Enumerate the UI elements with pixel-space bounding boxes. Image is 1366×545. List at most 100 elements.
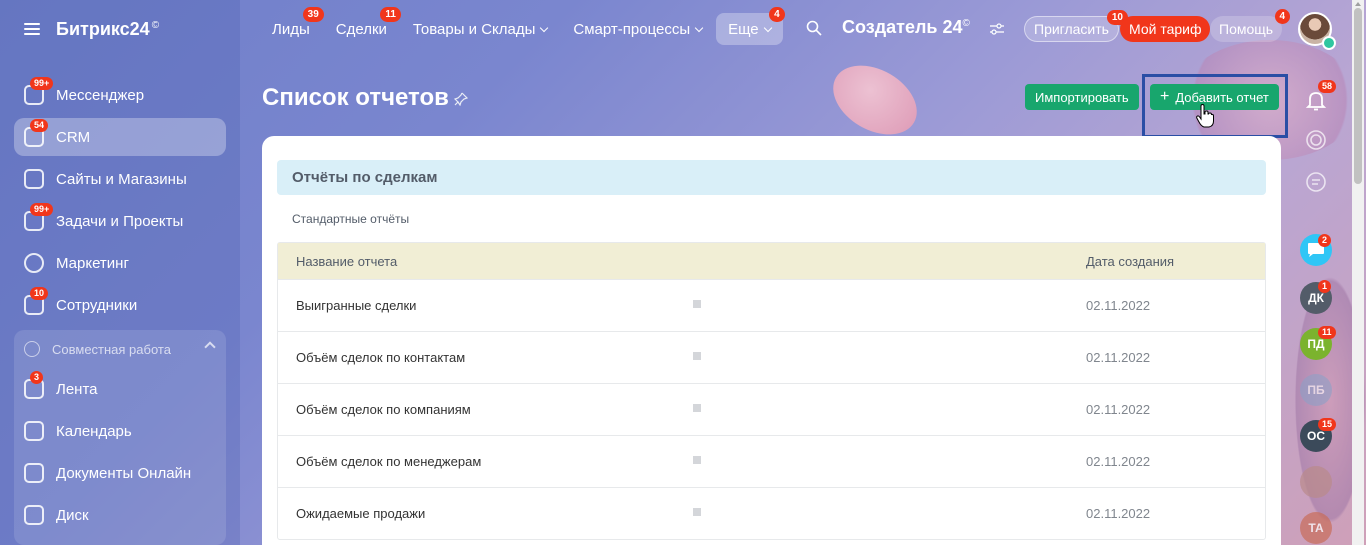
search-icon[interactable] (806, 20, 822, 36)
sidebar-group-collaboration[interactable]: Совместная работа (14, 330, 226, 368)
report-name[interactable]: Выигранные сделки (278, 298, 1068, 313)
scroll-up-icon[interactable] (1355, 2, 1361, 6)
sidebar-item-feed[interactable]: 3 Лента (14, 370, 226, 408)
tab-smart-processes[interactable]: Смарт-процессы (561, 13, 714, 45)
sidebar-item-documents[interactable]: Документы Онлайн (14, 454, 226, 492)
menu-lines-icon[interactable] (693, 300, 701, 308)
sidebar-item-crm[interactable]: 54 CRM (14, 118, 226, 156)
help-button[interactable]: Помощь 4 (1210, 9, 1291, 42)
menu-lines-icon[interactable] (693, 508, 701, 516)
sidebar-item-messenger[interactable]: 99+ Мессенджер (14, 76, 226, 114)
report-date: 02.11.2022 (1086, 454, 1151, 469)
contact-initials: ПБ (1307, 383, 1325, 397)
report-date: 02.11.2022 (1086, 350, 1151, 365)
sidebar-item-label: CRM (56, 128, 91, 146)
table-row[interactable]: Объём сделок по компаниям 02.11.2022 (278, 383, 1265, 435)
sidebar-item-label: Мессенджер (56, 86, 145, 104)
report-date: 02.11.2022 (1086, 402, 1151, 417)
status-online-icon (1322, 36, 1336, 50)
tab-products[interactable]: Товары и Склады (401, 13, 560, 45)
sidebar-item-employees[interactable]: 10 Сотрудники (14, 286, 226, 324)
column-header-name[interactable]: Название отчета (278, 254, 1068, 269)
contact-avatar[interactable]: ПБ (1300, 374, 1332, 406)
invite-button[interactable]: Пригласить 10 (1024, 10, 1128, 42)
calendar-icon (24, 421, 44, 441)
pin-icon[interactable] (454, 92, 468, 106)
tab-deals[interactable]: Сделки 11 (324, 7, 401, 45)
my-tariff-button[interactable]: Мой тариф (1120, 16, 1211, 42)
disk-icon (24, 505, 44, 525)
document-icon (24, 463, 44, 483)
sidebar-item-calendar[interactable]: Календарь (14, 412, 226, 450)
sidebar-item-label: Диск (56, 506, 89, 524)
contact-badge: 11 (1318, 326, 1336, 339)
report-name[interactable]: Объём сделок по контактам (278, 350, 1068, 365)
invite-label: Пригласить (1034, 21, 1109, 37)
sidebar-item-disk[interactable]: Диск (14, 496, 226, 534)
settings-sliders-icon[interactable] (990, 23, 1004, 35)
report-name[interactable]: Объём сделок по менеджерам (278, 454, 1068, 469)
contact-badge: 1 (1318, 280, 1332, 293)
target-icon[interactable] (1304, 128, 1328, 152)
chevron-up-icon[interactable] (204, 341, 216, 353)
contact-initials: ТА (1308, 521, 1324, 535)
chat-badge: 2 (1318, 234, 1332, 247)
logo-text: Битрикс24 (56, 18, 150, 39)
sidebar-item-label: Календарь (56, 422, 132, 440)
contact-initials: ОС (1307, 429, 1325, 443)
tab-label: Лиды (272, 20, 310, 38)
tab-label: Смарт-процессы (573, 20, 691, 38)
menu-burger-icon[interactable] (24, 23, 40, 35)
target-icon (24, 253, 44, 273)
sidebar-badge: 99+ (30, 77, 54, 90)
menu-lines-icon[interactable] (693, 352, 701, 360)
sidebar-item-sites[interactable]: Сайты и Магазины (14, 160, 226, 198)
table-row[interactable]: Объём сделок по менеджерам 02.11.2022 (278, 435, 1265, 487)
chevron-down-icon (763, 23, 772, 32)
portal-name[interactable]: Создатель 24© (842, 17, 970, 38)
sidebar-item-label: Документы Онлайн (56, 464, 192, 482)
sidebar-item-label: Задачи и Проекты (56, 212, 184, 230)
import-button[interactable]: Импортировать (1025, 84, 1139, 110)
scrollbar-thumb[interactable] (1354, 8, 1362, 184)
reports-card: Отчёты по сделкам Стандартные отчёты Наз… (262, 136, 1281, 545)
sidebar-item-label: Сотрудники (56, 296, 138, 314)
sidebar-item-marketing[interactable]: Маркетинг (14, 244, 226, 282)
table-row[interactable]: Выигранные сделки 02.11.2022 (278, 279, 1265, 331)
table-row[interactable]: Объём сделок по контактам 02.11.2022 (278, 331, 1265, 383)
contact-avatar[interactable]: ТА (1300, 512, 1332, 544)
sidebar-item-label: Сайты и Магазины (56, 170, 187, 188)
tab-label: Товары и Склады (412, 20, 536, 38)
section-title: Отчёты по сделкам (277, 160, 1266, 195)
chat-circle-icon[interactable] (1304, 170, 1328, 194)
tab-leads[interactable]: Лиды 39 (260, 7, 324, 45)
contact-badge: 15 (1318, 418, 1337, 431)
sidebar-item-tasks[interactable]: 99+ Задачи и Проекты (14, 202, 226, 240)
portal-name-text: Создатель 24 (842, 17, 963, 37)
add-report-button[interactable]: + Добавить отчет (1150, 84, 1279, 110)
table-header: Название отчета Дата создания (278, 243, 1265, 279)
menu-lines-icon[interactable] (693, 404, 701, 412)
subsection-title: Стандартные отчёты (292, 212, 410, 226)
add-report-label: Добавить отчет (1175, 89, 1269, 105)
tariff-label: Мой тариф (1129, 21, 1202, 37)
sidebar-badge: 10 (30, 287, 49, 300)
menu-lines-icon[interactable] (693, 456, 701, 464)
column-header-date[interactable]: Дата создания (1068, 254, 1174, 269)
logo[interactable]: Битрикс24 © (56, 19, 159, 40)
chevron-down-icon (540, 23, 549, 32)
report-name[interactable]: Ожидаемые продажи (278, 506, 1068, 521)
portal-name-mark: © (962, 18, 970, 29)
sidebar-item-label: Лента (56, 380, 98, 398)
top-bar: Лиды 39 Сделки 11 Товары и Склады Смарт-… (240, 0, 1350, 58)
background-petal (821, 51, 929, 149)
report-date: 02.11.2022 (1086, 298, 1151, 313)
report-name[interactable]: Объём сделок по компаниям (278, 402, 1068, 417)
table-row[interactable]: Ожидаемые продажи 02.11.2022 (278, 487, 1265, 539)
help-label: Помощь (1219, 21, 1274, 37)
tab-more[interactable]: Еще 4 (716, 7, 785, 45)
contact-avatar[interactable] (1300, 466, 1332, 498)
notifications-badge: 58 (1318, 80, 1337, 93)
sidebar-badge: 3 (30, 371, 44, 384)
tab-badge: 39 (302, 7, 324, 22)
